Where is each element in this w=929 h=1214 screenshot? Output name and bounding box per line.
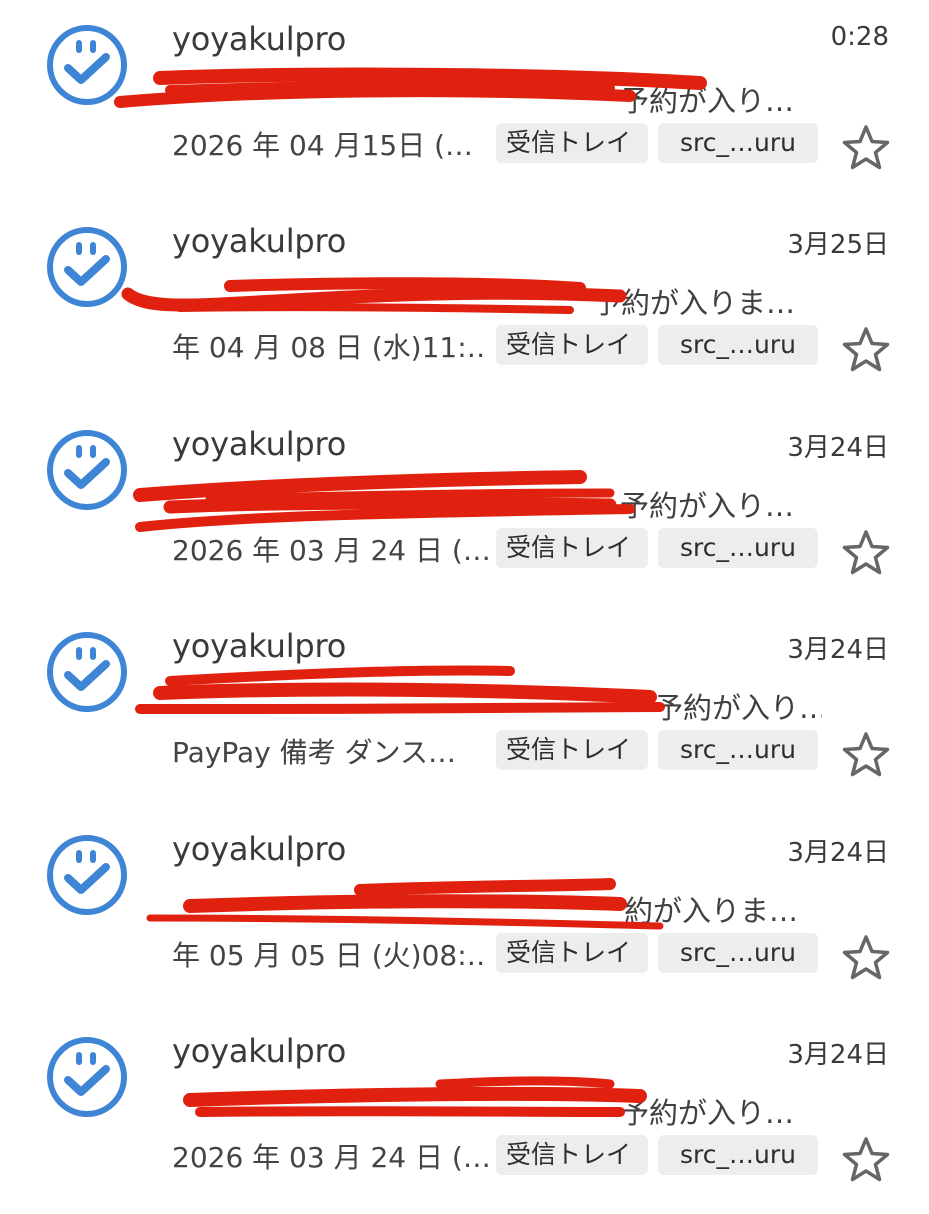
smiley-check-icon[interactable] bbox=[44, 22, 130, 108]
star-outline-icon[interactable] bbox=[840, 932, 892, 984]
email-date: 3月24日 bbox=[787, 1040, 889, 1070]
inbox-label-chip: 受信トレイ bbox=[496, 1135, 648, 1175]
email-preview: 2026 年 04 月15日 (… bbox=[172, 129, 474, 162]
sender-name: yoyakulpro bbox=[172, 830, 347, 868]
custom-label-chip: src_…uru bbox=[658, 325, 818, 365]
subject-text: 予約が入り… bbox=[654, 691, 822, 725]
email-subject: 予約が入り… bbox=[172, 78, 822, 120]
star-outline-icon[interactable] bbox=[840, 122, 892, 174]
email-subject: 約が入りま… bbox=[172, 888, 822, 930]
inbox-label-chip: 受信トレイ bbox=[496, 528, 648, 568]
sender-name: yoyakulpro bbox=[172, 425, 347, 463]
inbox-label-chip: 受信トレイ bbox=[496, 325, 648, 365]
star-outline-icon[interactable] bbox=[840, 1134, 892, 1186]
sender-name: yoyakulpro bbox=[172, 222, 347, 260]
email-row[interactable]: yoyakulpro 3月24日 予約が入り… 2026 年 03 月 24 日… bbox=[0, 405, 929, 607]
email-date: 0:28 bbox=[830, 22, 889, 52]
star-outline-icon[interactable] bbox=[840, 324, 892, 376]
email-subject: 予約が入り… bbox=[172, 685, 822, 727]
inbox-label-chip: 受信トレイ bbox=[496, 933, 648, 973]
smiley-check-icon[interactable] bbox=[44, 224, 130, 310]
star-outline-icon[interactable] bbox=[840, 729, 892, 781]
custom-label-chip: src_…uru bbox=[658, 528, 818, 568]
subject-text: 予約が入り… bbox=[620, 84, 795, 118]
email-preview: PayPay 備考 ダンス… bbox=[172, 736, 456, 769]
email-preview: 年 04 月 08 日 (水)11:… bbox=[172, 331, 488, 364]
sender-name: yoyakulpro bbox=[172, 20, 347, 58]
email-list: yoyakulpro 0:28 予約が入り… 2026 年 04 月15日 (…… bbox=[0, 0, 929, 1200]
email-subject: 予約が入り… bbox=[172, 1090, 822, 1132]
smiley-check-icon[interactable] bbox=[44, 832, 130, 918]
email-subject: 予約が入り… bbox=[172, 483, 822, 525]
star-outline-icon[interactable] bbox=[840, 527, 892, 579]
inbox-label-chip: 受信トレイ bbox=[496, 123, 648, 163]
email-row[interactable]: yoyakulpro 3月25日 予約が入りま… 年 04 月 08 日 (水)… bbox=[0, 202, 929, 404]
email-row[interactable]: yoyakulpro 3月24日 約が入りま… 年 05 月 05 日 (火)0… bbox=[0, 810, 929, 1012]
email-preview: 2026 年 03 月 24 日 (… bbox=[172, 534, 488, 567]
email-date: 3月24日 bbox=[787, 433, 889, 463]
subject-text: 約が入りま… bbox=[624, 894, 799, 928]
email-date: 3月24日 bbox=[787, 635, 889, 665]
email-preview: 年 05 月 05 日 (火)08:… bbox=[172, 939, 488, 972]
subject-text: 予約が入りま… bbox=[592, 286, 796, 320]
subject-text: 予約が入り… bbox=[620, 489, 795, 523]
email-row[interactable]: yoyakulpro 0:28 予約が入り… 2026 年 04 月15日 (…… bbox=[0, 0, 929, 202]
email-date: 3月24日 bbox=[787, 838, 889, 868]
inbox-label-chip: 受信トレイ bbox=[496, 730, 648, 770]
email-date: 3月25日 bbox=[787, 230, 889, 260]
email-row[interactable]: yoyakulpro 3月24日 予約が入り… PayPay 備考 ダンス… 受… bbox=[0, 607, 929, 809]
custom-label-chip: src_…uru bbox=[658, 730, 818, 770]
email-row[interactable]: yoyakulpro 3月24日 予約が入り… 2026 年 03 月 24 日… bbox=[0, 1012, 929, 1214]
email-subject: 予約が入りま… bbox=[172, 280, 822, 322]
custom-label-chip: src_…uru bbox=[658, 123, 818, 163]
custom-label-chip: src_…uru bbox=[658, 933, 818, 973]
sender-name: yoyakulpro bbox=[172, 627, 347, 665]
sender-name: yoyakulpro bbox=[172, 1032, 347, 1070]
smiley-check-icon[interactable] bbox=[44, 1034, 130, 1120]
custom-label-chip: src_…uru bbox=[658, 1135, 818, 1175]
smiley-check-icon[interactable] bbox=[44, 427, 130, 513]
subject-text: 予約が入り… bbox=[620, 1096, 795, 1130]
smiley-check-icon[interactable] bbox=[44, 629, 130, 715]
email-preview: 2026 年 03 月 24 日 (… bbox=[172, 1141, 488, 1174]
